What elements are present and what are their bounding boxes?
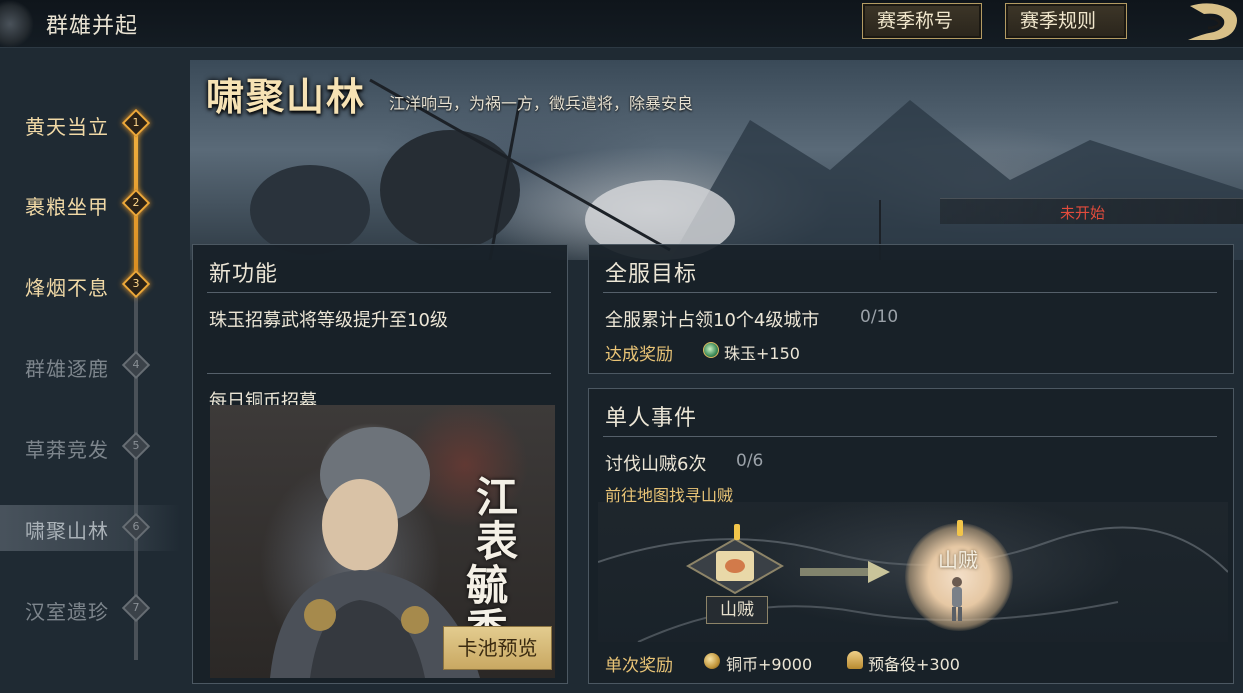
stage-number: 5 <box>132 439 140 452</box>
new-feature-title: 新功能 <box>209 262 279 287</box>
season-title-button[interactable]: 赛季称号 <box>862 3 982 39</box>
stage-number: 7 <box>132 601 140 614</box>
divider <box>603 292 1217 293</box>
top-bar: 群雄并起 赛季称号 赛季规则 <box>0 0 1243 48</box>
arrow-icon <box>800 561 890 583</box>
nav-item-stage-1[interactable]: 黄天当立 1 <box>0 101 180 147</box>
divider <box>207 292 551 293</box>
scroll-map-icon <box>686 537 784 595</box>
bandit-target-label: 山贼 <box>938 548 978 572</box>
alert-icon <box>734 524 740 540</box>
divider <box>603 436 1217 437</box>
feature-item-1: 珠玉招募武将等级提升至10级 <box>209 310 448 331</box>
map-marker-label: 山贼 <box>706 596 768 624</box>
personal-event-progress: 0/6 <box>736 451 764 471</box>
server-goal-title: 全服目标 <box>605 262 698 287</box>
stage-number: 3 <box>132 277 140 290</box>
personal-event-title: 单人事件 <box>605 406 698 431</box>
bandit-figure-icon <box>952 577 962 621</box>
stage-number: 6 <box>132 520 140 533</box>
server-goal-reward-label: 达成奖励 <box>605 345 673 365</box>
season-rules-button[interactable]: 赛季规则 <box>1005 3 1127 39</box>
stage-number: 2 <box>132 196 140 209</box>
nav-item-stage-6[interactable]: 啸聚山林 6 <box>0 505 180 551</box>
server-goal-progress: 0/10 <box>860 307 899 327</box>
nav-item-label: 群雄逐鹿 <box>25 357 109 381</box>
nav-item-stage-3[interactable]: 烽烟不息 3 <box>0 262 180 308</box>
calligraphy-line-1: 江表 <box>476 473 519 566</box>
nav-item-stage-7[interactable]: 汉室遗珍 7 <box>0 586 180 632</box>
server-goal-reward: 珠玉+150 <box>724 344 800 363</box>
stage-number: 4 <box>132 358 140 371</box>
reserve-icon <box>847 651 863 669</box>
personal-event-task: 讨伐山贼6次 <box>605 454 707 475</box>
personal-event-reward-label: 单次奖励 <box>605 656 673 676</box>
page-title: 群雄并起 <box>46 14 139 39</box>
stage-number: 1 <box>132 116 140 129</box>
personal-event-reward-1: 铜币+9000 <box>726 655 813 674</box>
stage-subtitle: 江洋响马，为祸一方，徵兵遣将，除暴安良 <box>389 94 694 113</box>
emblem-icon <box>0 0 34 48</box>
nav-item-label: 汉室遗珍 <box>25 600 109 624</box>
dragon-icon <box>1188 3 1237 41</box>
nav-item-stage-5[interactable]: 草莽竞发 5 <box>0 424 180 470</box>
nav-item-label: 黄天当立 <box>25 115 109 139</box>
nav-item-label: 烽烟不息 <box>25 276 109 300</box>
stage-title: 啸聚山林 <box>206 74 367 119</box>
nav-item-stage-2[interactable]: 裹粮坐甲 2 <box>0 181 180 227</box>
nav-item-label: 啸聚山林 <box>25 519 109 543</box>
pool-preview-button[interactable]: 卡池预览 <box>443 626 552 670</box>
nav-item-label: 草莽竞发 <box>25 438 109 462</box>
nav-item-stage-4[interactable]: 群雄逐鹿 4 <box>0 343 180 389</box>
copper-coin-icon <box>704 653 720 669</box>
jade-icon <box>703 342 719 358</box>
nav-item-label: 裹粮坐甲 <box>25 195 109 219</box>
personal-event-reward-2: 预备役+300 <box>868 655 960 674</box>
status-badge: 未开始 <box>1060 204 1106 222</box>
server-goal-task: 全服累计占领10个4级城市 <box>605 310 820 331</box>
divider <box>207 373 551 374</box>
alert-icon <box>957 520 963 536</box>
